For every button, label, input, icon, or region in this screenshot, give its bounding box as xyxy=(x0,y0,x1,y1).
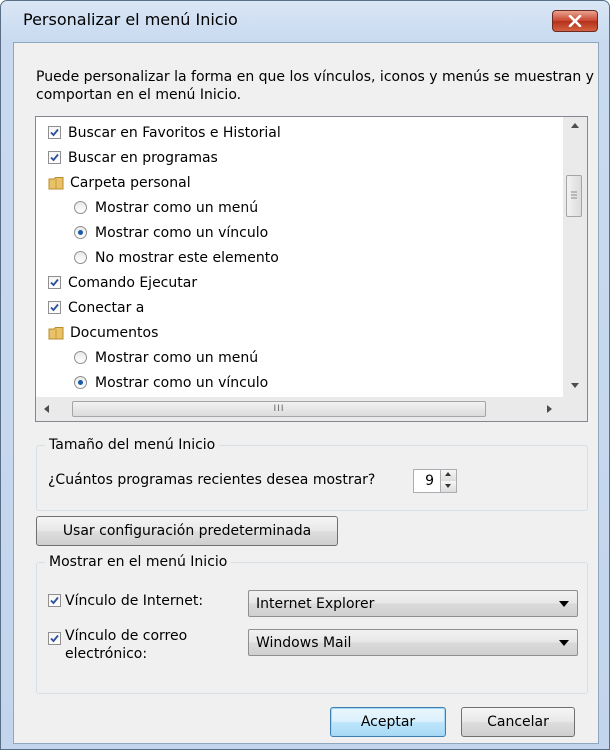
email-link-select[interactable]: Windows Mail xyxy=(248,629,578,656)
chevron-up-icon xyxy=(445,472,451,476)
list-item[interactable]: Conectar a xyxy=(48,295,144,320)
dialog-client-area: Puede personalizar la forma en que los v… xyxy=(13,42,599,744)
checkmark-icon xyxy=(50,153,59,162)
list-item[interactable]: No mostrar este elemento xyxy=(74,245,279,270)
email-link-checkbox[interactable] xyxy=(48,632,61,645)
window-title: Personalizar el menú Inicio xyxy=(23,10,238,29)
list-item-label: Conectar a xyxy=(68,299,145,316)
folder-icon xyxy=(48,326,64,339)
grip-icon: III xyxy=(273,404,285,414)
list-item[interactable]: Buscar en Favoritos e Historial xyxy=(48,120,281,145)
recent-programs-stepper[interactable] xyxy=(440,469,457,493)
list-item-checkbox[interactable] xyxy=(48,126,61,139)
ok-button[interactable]: Aceptar xyxy=(330,707,446,737)
close-icon xyxy=(568,15,582,27)
checkmark-icon xyxy=(50,303,59,312)
list-item-label: Mostrar como un vínculo xyxy=(95,374,269,391)
list-item[interactable]: Comando Ejecutar xyxy=(48,270,197,295)
list-items-container: Buscar en Favoritos e Historial Buscar en… xyxy=(36,117,563,397)
scroll-right-icon[interactable] xyxy=(547,405,552,413)
grip-icon xyxy=(571,191,577,199)
description-text: Puede personalizar la forma en que los v… xyxy=(36,69,594,103)
checkmark-icon xyxy=(50,596,59,605)
horizontal-scrollbar[interactable]: III xyxy=(36,397,563,421)
cancel-button[interactable]: Cancelar xyxy=(461,707,575,737)
list-item-radio[interactable] xyxy=(74,201,87,214)
list-item-label: Buscar en Favoritos e Historial xyxy=(68,124,281,141)
start-menu-size-group: Tamaño del menú Inicio ¿Cuántos programa… xyxy=(36,437,588,511)
list-item-label: Buscar en programas xyxy=(68,149,218,166)
recent-programs-input[interactable]: 9 xyxy=(413,469,441,493)
email-link-label-line1: Vínculo de correo xyxy=(65,628,188,644)
checkmark-icon xyxy=(50,128,59,137)
title-bar[interactable]: Personalizar el menú Inicio xyxy=(1,1,609,41)
scroll-up-icon[interactable] xyxy=(571,123,579,128)
list-item[interactable]: Mostrar como un menú xyxy=(74,345,258,370)
group-legend: Mostrar en el menú Inicio xyxy=(45,554,232,570)
list-item[interactable]: Buscar en programas xyxy=(48,145,218,170)
checkmark-icon xyxy=(50,278,59,287)
list-item-checkbox[interactable] xyxy=(48,301,61,314)
email-link-row: Vínculo de correo electrónico: xyxy=(48,627,187,667)
stepper-down-button[interactable] xyxy=(441,481,456,492)
list-item-radio[interactable] xyxy=(74,251,87,264)
scroll-down-icon[interactable] xyxy=(571,383,579,388)
list-item-checkbox[interactable] xyxy=(48,151,61,164)
start-menu-items-list[interactable]: Buscar en Favoritos e Historial Buscar en… xyxy=(35,116,588,422)
list-item-label: Mostrar como un menú xyxy=(95,199,259,216)
chevron-down-icon xyxy=(559,640,569,646)
list-item[interactable]: Mostrar como un vínculo xyxy=(74,370,268,395)
list-item-radio[interactable] xyxy=(74,351,87,364)
horizontal-scroll-thumb[interactable]: III xyxy=(72,401,486,417)
show-in-start-menu-group: Mostrar en el menú Inicio Vínculo de Int… xyxy=(36,554,588,694)
chevron-down-icon xyxy=(445,484,451,488)
list-item-radio[interactable] xyxy=(74,376,87,389)
email-link-value: Windows Mail xyxy=(256,634,352,651)
internet-link-select[interactable]: Internet Explorer xyxy=(248,590,578,617)
email-link-label: Vínculo de correo electrónico: xyxy=(65,627,187,663)
list-item-label: Documentos xyxy=(70,324,159,341)
internet-link-label: Vínculo de Internet: xyxy=(65,592,204,609)
list-item-radio[interactable] xyxy=(74,226,87,239)
scroll-left-icon[interactable] xyxy=(44,405,49,413)
internet-link-value: Internet Explorer xyxy=(256,595,375,612)
email-link-label-line2: electrónico: xyxy=(65,646,148,662)
chevron-down-icon xyxy=(559,601,569,607)
dialog-window: Personalizar el menú Inicio Puede person… xyxy=(0,0,610,750)
list-item-label: Mostrar como un vínculo xyxy=(95,224,269,241)
list-item-label: Comando Ejecutar xyxy=(68,274,198,291)
recent-programs-label: ¿Cuántos programas recientes desea mostr… xyxy=(48,472,376,488)
use-default-settings-button[interactable]: Usar configuración predeterminada xyxy=(36,516,338,546)
close-button[interactable] xyxy=(552,10,598,32)
internet-link-row: Vínculo de Internet: xyxy=(48,588,203,613)
list-item-label: No mostrar este elemento xyxy=(95,249,279,266)
folder-icon xyxy=(48,176,64,189)
list-item[interactable]: Mostrar como un menú xyxy=(74,195,258,220)
list-item[interactable]: Carpeta personal xyxy=(48,170,191,195)
internet-link-checkbox[interactable] xyxy=(48,594,61,607)
list-item[interactable]: Documentos xyxy=(48,320,158,345)
list-item-checkbox[interactable] xyxy=(48,276,61,289)
list-item-label: Carpeta personal xyxy=(70,174,191,191)
list-item-label: Mostrar como un menú xyxy=(95,349,259,366)
list-item[interactable]: Mostrar como un vínculo xyxy=(74,220,268,245)
group-legend: Tamaño del menú Inicio xyxy=(45,437,220,453)
vertical-scroll-thumb[interactable] xyxy=(566,175,582,217)
vertical-scrollbar[interactable] xyxy=(563,117,587,397)
scroll-corner xyxy=(563,397,587,421)
checkmark-icon xyxy=(50,634,59,643)
